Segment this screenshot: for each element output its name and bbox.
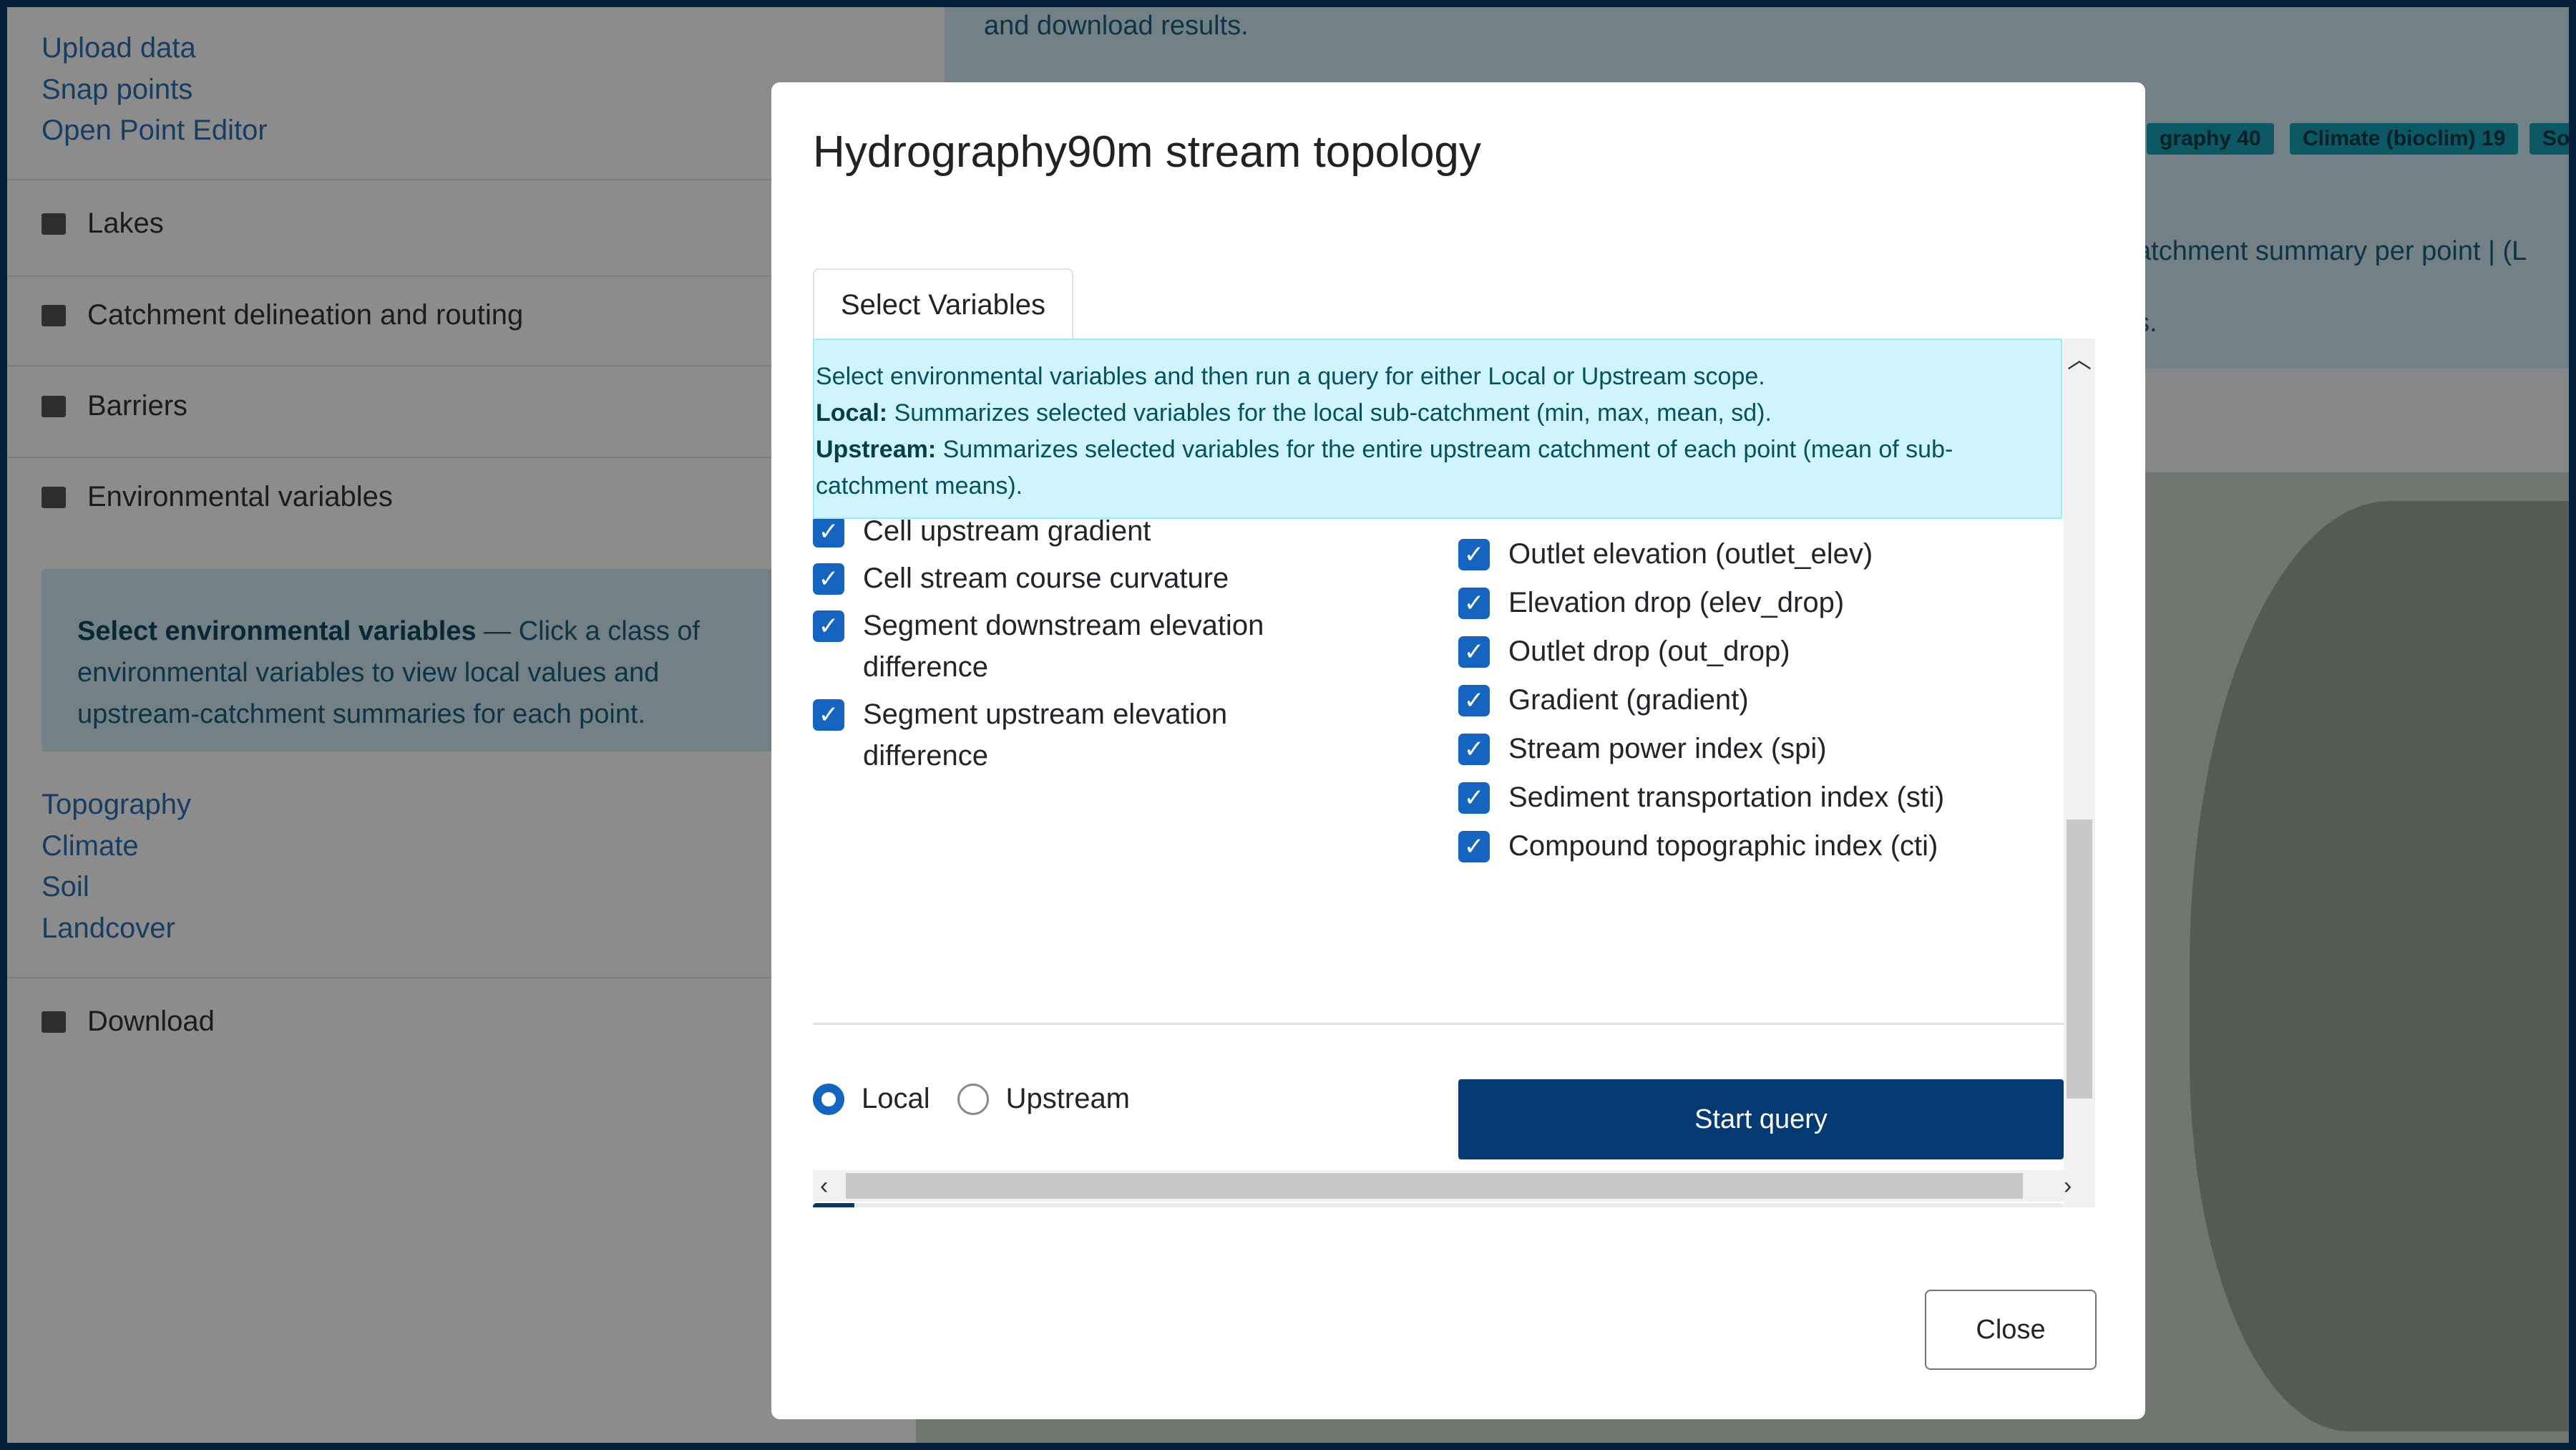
check-icon[interactable]: ✓ xyxy=(1458,539,1490,570)
variable-label: Gradient (gradient) xyxy=(1508,684,1749,716)
check-icon[interactable]: ✓ xyxy=(1458,831,1490,862)
variable-checkbox-row[interactable]: ✓ Outlet elevation (outlet_elev) xyxy=(1458,533,2059,575)
radio-local-label[interactable]: Local xyxy=(862,1083,930,1115)
variable-checkbox-row[interactable]: ✓ Cell stream course curvature xyxy=(813,558,1385,599)
variable-label: Compound topographic index (cti) xyxy=(1508,830,1938,862)
start-query-button[interactable]: Start query xyxy=(1458,1079,2064,1159)
vertical-scroll-thumb[interactable] xyxy=(2067,819,2092,1099)
vertical-scrollbar[interactable]: ︿ ﹀ xyxy=(2064,339,2095,1210)
modal-title: Hydrography90m stream topology xyxy=(813,127,1481,177)
check-icon[interactable]: ✓ xyxy=(813,516,844,548)
variable-label: Cell stream course curvature xyxy=(863,563,1229,594)
alert-intro: Select environmental variables and then … xyxy=(816,363,1765,390)
scroll-right-icon[interactable]: › xyxy=(2064,1170,2072,1202)
alert-upstream-text: Summarizes selected variables for the en… xyxy=(816,436,1953,500)
close-button[interactable]: Close xyxy=(1925,1290,2097,1370)
variable-label: Stream power index (spi) xyxy=(1508,733,1827,764)
check-icon[interactable]: ✓ xyxy=(1458,636,1490,668)
alert-local-text: Summarizes selected variables for the lo… xyxy=(887,399,1772,427)
variable-checkbox-row[interactable]: ✓ Compound topographic index (cti) xyxy=(1458,825,2059,867)
query-progress: 0% xyxy=(813,1203,2064,1207)
variable-label: Segment upstream elevation difference xyxy=(863,699,1228,772)
variable-checkbox-row[interactable]: ✓ Sediment transportation index (sti) xyxy=(1458,777,2059,818)
radio-upstream[interactable] xyxy=(957,1083,989,1115)
tab-select-variables[interactable]: Select Variables xyxy=(813,268,1073,340)
alert-upstream-label: Upstream: xyxy=(816,436,937,463)
variable-label: Outlet elevation (outlet_elev) xyxy=(1508,538,1873,570)
alert-local-label: Local: xyxy=(816,399,888,427)
variable-checkbox-row[interactable]: ✓ Stream power index (spi) xyxy=(1458,728,2059,769)
check-icon[interactable]: ✓ xyxy=(813,699,844,731)
topology-modal: Hydrography90m stream topology Select Va… xyxy=(771,82,2145,1419)
radio-upstream-label[interactable]: Upstream xyxy=(1006,1083,1130,1115)
variable-checkbox-row[interactable]: ✓ Segment downstream elevation differenc… xyxy=(813,605,1314,688)
check-icon[interactable]: ✓ xyxy=(1458,685,1490,716)
check-icon[interactable]: ✓ xyxy=(813,563,844,595)
check-icon[interactable]: ✓ xyxy=(1458,588,1490,619)
info-alert: Select environmental variables and then … xyxy=(813,339,2062,519)
horizontal-scroll-thumb[interactable] xyxy=(846,1173,2023,1199)
variable-checkbox-row[interactable]: ✓ Segment upstream elevation difference xyxy=(813,694,1314,777)
scroll-up-icon[interactable]: ︿ xyxy=(2064,340,2095,375)
check-icon[interactable]: ✓ xyxy=(1458,782,1490,814)
scope-radio-group: Local Upstream xyxy=(813,1083,1157,1115)
right-variable-list: ✓ Outlet elevation (outlet_elev) ✓ Eleva… xyxy=(1458,533,2059,874)
section-divider xyxy=(813,1023,2064,1025)
check-icon[interactable]: ✓ xyxy=(1458,734,1490,765)
variable-checkbox-row[interactable]: ✓ Outlet drop (out_drop) xyxy=(1458,631,2059,672)
progress-bar: 0% xyxy=(813,1203,854,1207)
variable-checkbox-row[interactable]: ✓ Elevation drop (elev_drop) xyxy=(1458,582,2059,623)
radio-local[interactable] xyxy=(813,1083,844,1115)
scroll-left-icon[interactable]: ‹ xyxy=(820,1170,828,1202)
variable-label: Outlet drop (out_drop) xyxy=(1508,636,1790,667)
variable-label: Sediment transportation index (sti) xyxy=(1508,782,1945,813)
modal-scroll-area: Select environmental variables and then … xyxy=(813,339,2064,1207)
variable-checkbox-row[interactable]: ✓ Gradient (gradient) xyxy=(1458,679,2059,721)
horizontal-scrollbar[interactable]: ‹ › xyxy=(813,1170,2095,1202)
left-variable-list: ✓ Cell upstream gradient ✓ Cell stream c… xyxy=(813,510,1385,782)
variable-label: Elevation drop (elev_drop) xyxy=(1508,587,1845,618)
check-icon[interactable]: ✓ xyxy=(813,610,844,642)
variable-label: Segment downstream elevation difference xyxy=(863,610,1264,683)
